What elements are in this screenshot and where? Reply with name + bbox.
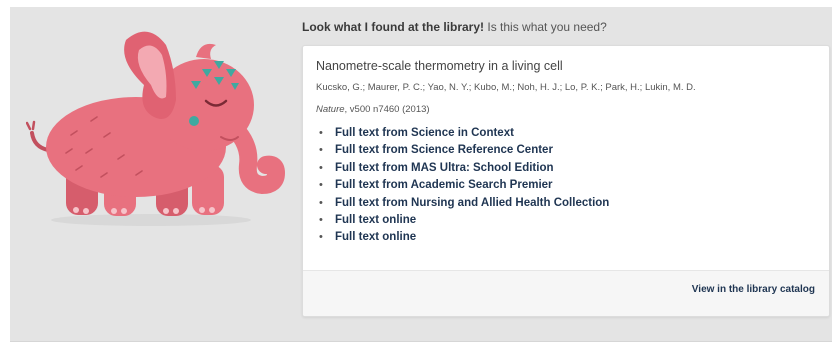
full-text-link-list: • Full text from Science in Context • Full… bbox=[316, 125, 815, 247]
list-item: • Full text from Academic Search Premier bbox=[319, 177, 815, 194]
library-finder-panel: Look what I found at the library! Is thi… bbox=[10, 7, 832, 342]
full-text-link[interactable]: Full text from Academic Search Premier bbox=[335, 179, 553, 191]
list-item: • Full text from Science Reference Center bbox=[319, 142, 815, 159]
volume-info: , v500 n7460 (2013) bbox=[344, 104, 430, 115]
full-text-link[interactable]: Full text online bbox=[335, 214, 416, 226]
bullet-icon: • bbox=[319, 127, 323, 139]
full-text-link[interactable]: Full text from MAS Ultra: School Edition bbox=[335, 162, 554, 174]
list-item: • Full text from Science in Context bbox=[319, 125, 815, 142]
list-item: • Full text from Nursing and Allied Healt… bbox=[319, 195, 815, 212]
article-title: Nanometre-scale thermometry in a living … bbox=[316, 59, 563, 73]
full-text-link[interactable]: Full text from Science in Context bbox=[335, 127, 514, 139]
result-card: Nanometre-scale thermometry in a living … bbox=[302, 45, 830, 317]
list-item: • Full text from MAS Ultra: School Editio… bbox=[319, 160, 815, 177]
bullet-icon: • bbox=[319, 231, 323, 244]
bullet-icon: • bbox=[319, 179, 323, 192]
view-in-catalog-link[interactable]: View in the library catalog bbox=[692, 284, 815, 295]
journal-name: Nature bbox=[316, 104, 345, 115]
list-item: • Full text online bbox=[319, 212, 815, 229]
finder-headline-question: Is this what you need? bbox=[487, 20, 607, 34]
pink-elephant-icon bbox=[26, 31, 286, 226]
bullet-icon: • bbox=[319, 213, 323, 226]
bullet-icon: • bbox=[319, 144, 323, 157]
finder-headline-lead: Look what I found at the library! bbox=[302, 20, 485, 34]
bullet-icon: • bbox=[319, 196, 323, 209]
full-text-link[interactable]: Full text from Science Reference Center bbox=[335, 144, 553, 156]
list-item: • Full text online bbox=[319, 229, 815, 246]
result-card-footer: View in the library catalog bbox=[303, 270, 829, 316]
full-text-link[interactable]: Full text online bbox=[335, 231, 416, 243]
article-authors: Kucsko, G.; Maurer, P. C.; Yao, N. Y.; K… bbox=[316, 82, 696, 93]
result-card-body: Nanometre-scale thermometry in a living … bbox=[303, 46, 829, 273]
bullet-icon: • bbox=[319, 161, 323, 174]
full-text-link[interactable]: Full text from Nursing and Allied Health… bbox=[335, 197, 609, 209]
article-source: Nature, v500 n7460 (2013) bbox=[316, 104, 815, 115]
finder-headline: Look what I found at the library! Is thi… bbox=[302, 20, 607, 34]
